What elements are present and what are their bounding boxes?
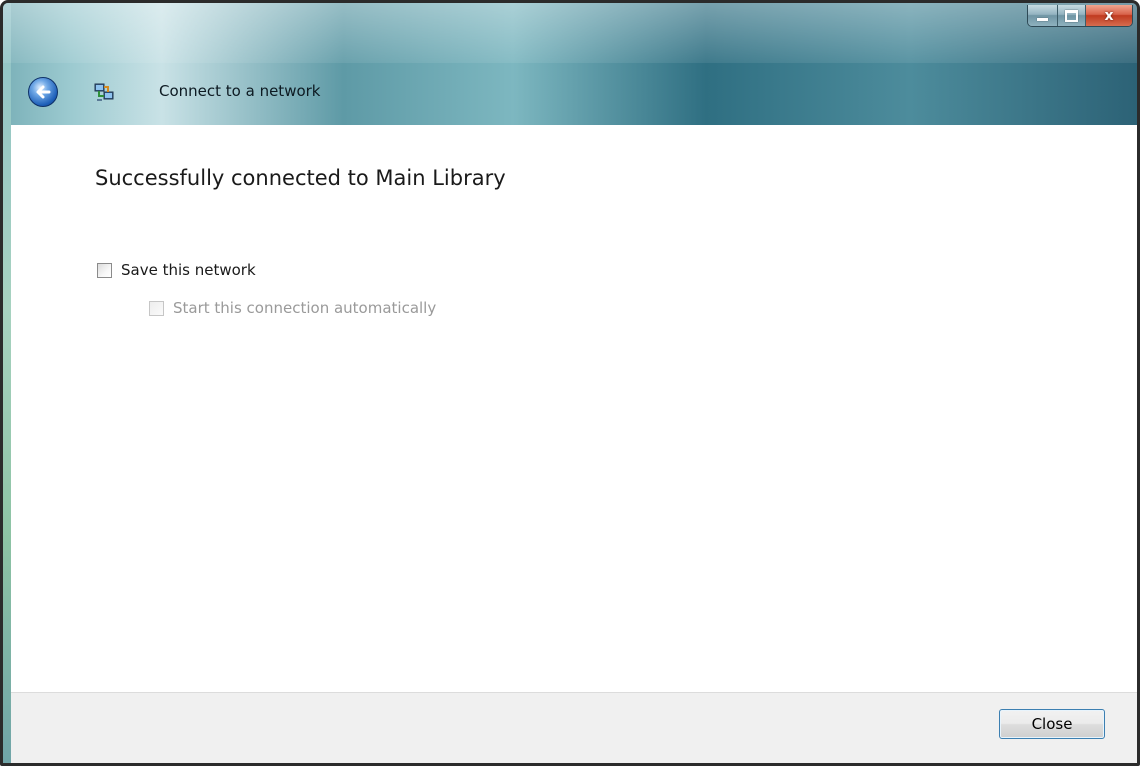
- auto-connect-checkbox: [149, 300, 164, 316]
- connect-network-window: x Connect to a network Successfully conn…: [0, 0, 1140, 766]
- maximize-button[interactable]: [1058, 5, 1086, 26]
- auto-connect-option: Start this connection automatically: [149, 299, 436, 317]
- title-bar[interactable]: x Connect to a network: [3, 3, 1137, 125]
- close-button[interactable]: Close: [999, 709, 1105, 739]
- content-pane: Successfully connected to Main Library S…: [11, 125, 1137, 692]
- back-button[interactable]: [28, 77, 58, 107]
- maximize-icon: [1065, 9, 1078, 22]
- caption-buttons: x: [1027, 5, 1133, 27]
- network-connect-icon: [94, 83, 114, 101]
- save-network-label[interactable]: Save this network: [121, 261, 256, 279]
- window-close-button[interactable]: x: [1086, 5, 1132, 26]
- save-network-checkbox[interactable]: [97, 262, 112, 278]
- window-title: Connect to a network: [159, 82, 321, 100]
- dialog-footer: Close: [11, 692, 1137, 763]
- close-icon: x: [1104, 7, 1114, 24]
- auto-connect-label: Start this connection automatically: [173, 299, 437, 317]
- back-arrow-icon: [36, 85, 51, 99]
- minimize-button[interactable]: [1028, 5, 1058, 26]
- save-network-option[interactable]: Save this network: [97, 261, 256, 279]
- title-bar-shine: [3, 3, 1137, 63]
- minimize-icon: [1037, 18, 1048, 21]
- status-heading: Successfully connected to Main Library: [95, 166, 506, 190]
